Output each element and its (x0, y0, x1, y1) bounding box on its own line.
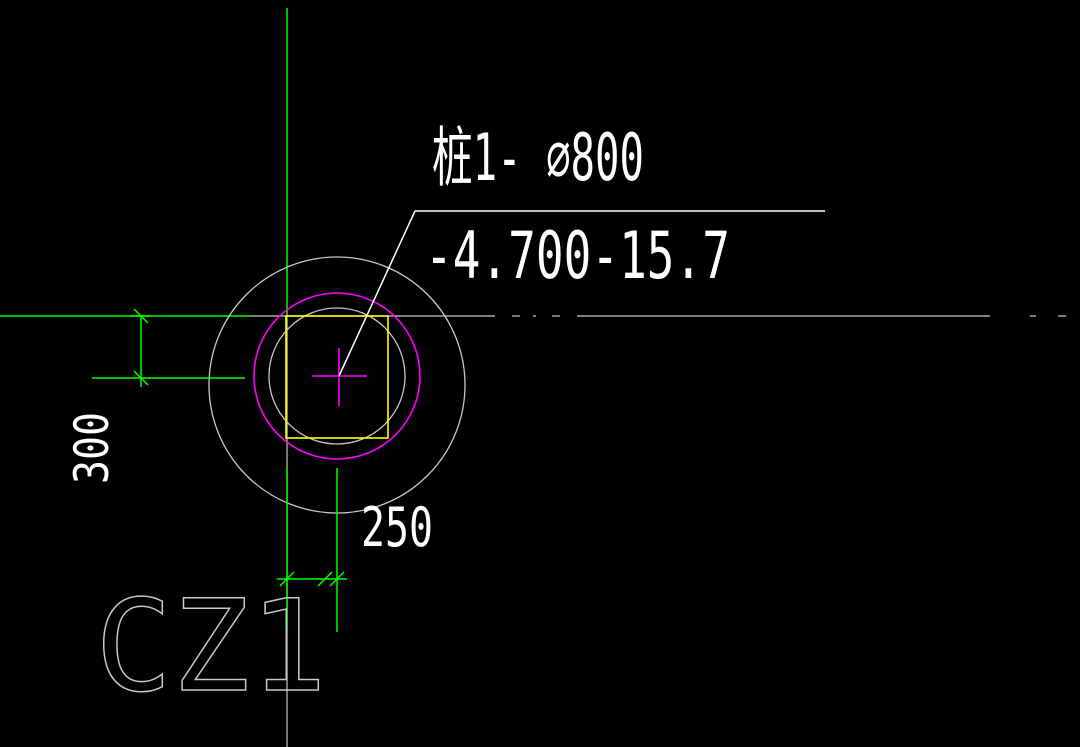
dim-300-label[interactable]: 300 (64, 412, 119, 484)
column-tag[interactable]: CZ1 (94, 572, 327, 721)
dim-250-label[interactable]: 250 (361, 497, 433, 560)
elevation-label[interactable]: -4.700-15.7 (425, 217, 730, 293)
pile-label[interactable]: 桩1- ∅800 (432, 119, 644, 195)
cad-drawing-canvas[interactable]: 桩1- ∅800 -4.700-15.7 300 250 CZ1 (0, 0, 1080, 747)
